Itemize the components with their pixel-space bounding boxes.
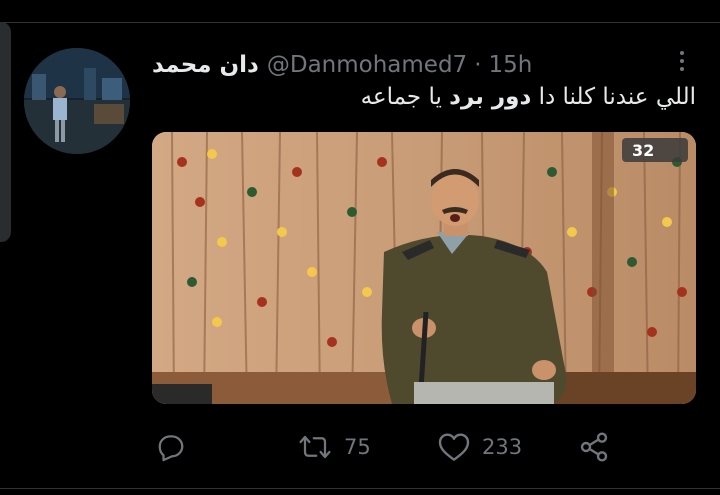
share-icon bbox=[580, 432, 608, 462]
timestamp[interactable]: 15h bbox=[489, 52, 533, 78]
separator-dot: · bbox=[474, 52, 482, 78]
author-name[interactable]: دان محمد bbox=[152, 52, 259, 78]
svg-text:32: 32 bbox=[632, 141, 654, 160]
retweet-icon bbox=[299, 435, 331, 459]
tweet-text-part: يا جماعه bbox=[360, 84, 450, 110]
video-still-image: 32 bbox=[152, 132, 696, 404]
avatar-image bbox=[24, 48, 130, 154]
tweet-text-bold: دور برد bbox=[449, 84, 532, 110]
tweet-media-image[interactable]: 32 bbox=[152, 132, 696, 404]
channel-logo: 32 bbox=[622, 138, 688, 162]
more-options-icon[interactable] bbox=[664, 46, 700, 76]
retweet-button[interactable]: 75 bbox=[298, 425, 371, 469]
scroll-edge bbox=[0, 22, 11, 242]
tweet-text-part: اللي عندنا كلنا دا bbox=[531, 84, 696, 110]
like-count: 233 bbox=[482, 435, 523, 459]
share-button[interactable] bbox=[578, 425, 610, 469]
heart-icon bbox=[438, 433, 470, 461]
bottom-divider bbox=[0, 488, 720, 489]
avatar[interactable] bbox=[24, 48, 130, 154]
tweet-actions: 75 233 bbox=[0, 425, 720, 469]
author-handle[interactable]: @Danmohamed7 bbox=[267, 52, 467, 78]
tweet-text: اللي عندنا كلنا دا دور برد يا جماعه bbox=[361, 84, 696, 110]
reply-icon bbox=[158, 435, 184, 462]
reply-button[interactable] bbox=[156, 425, 186, 469]
retweet-count: 75 bbox=[344, 435, 371, 459]
like-button[interactable]: 233 bbox=[438, 425, 522, 469]
top-divider bbox=[0, 22, 720, 23]
tweet-header: دان محمد @Danmohamed7 · 15h bbox=[152, 50, 532, 80]
